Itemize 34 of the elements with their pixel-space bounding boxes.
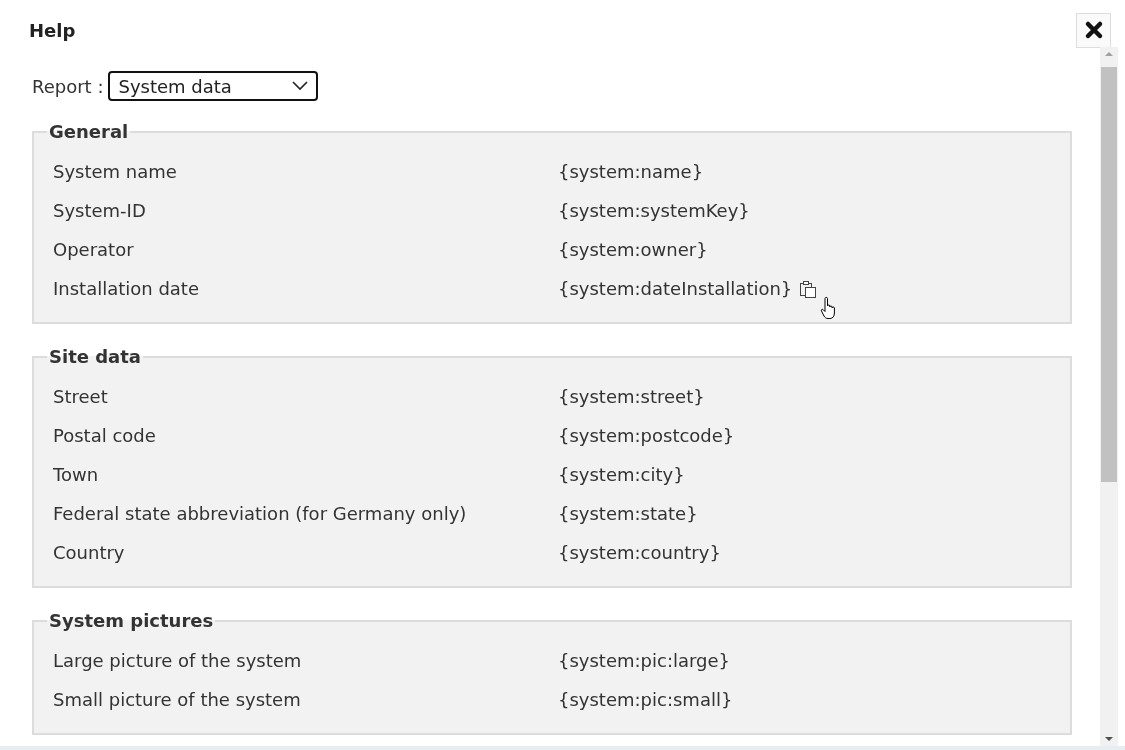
field-label: System-ID: [53, 200, 147, 221]
placeholder-code: {system:country}: [558, 542, 721, 563]
report-dropdown[interactable]: System data: [108, 71, 319, 101]
scrollbar[interactable]: [1100, 47, 1118, 746]
scrollbar-thumb[interactable]: [1101, 67, 1117, 482]
close-button[interactable]: [1076, 12, 1111, 48]
field-label: Federal state abbreviation (for Germany only): [53, 503, 468, 524]
placeholder-code: {system:systemKey}: [558, 200, 750, 221]
report-label: Report :: [32, 75, 104, 97]
field-label: Postal code: [53, 425, 157, 446]
field-label: Street: [53, 386, 109, 407]
chevron-down-icon: [292, 81, 309, 91]
field-label: Installation date: [53, 278, 200, 299]
placeholder-code: {system:owner}: [558, 239, 708, 260]
placeholder-code: {system:city}: [558, 464, 685, 485]
field-label: Town: [53, 464, 100, 485]
placeholder-code: {system:state}: [558, 503, 698, 524]
placeholder-code: {system:dateInstallation}: [558, 278, 793, 299]
placeholder-code: {system:postcode}: [558, 425, 735, 446]
placeholder-code: {system:pic:small}: [558, 689, 733, 710]
section-title: Site data: [48, 346, 142, 367]
field-label: Operator: [53, 239, 135, 260]
section-title: General: [48, 121, 130, 142]
dialog-title: Help: [29, 19, 76, 41]
field-label: System name: [53, 161, 178, 182]
section-title: System pictures: [48, 610, 215, 631]
placeholder-code: {system:street}: [558, 386, 705, 407]
copy-icon[interactable]: [798, 278, 819, 299]
close-icon: [1083, 20, 1104, 40]
field-label: Large picture of the system: [53, 650, 303, 671]
placeholder-code: {system:name}: [558, 161, 704, 182]
field-label: Country: [53, 542, 126, 563]
field-label: Small picture of the system: [53, 689, 302, 710]
placeholder-code: {system:pic:large}: [558, 650, 731, 671]
